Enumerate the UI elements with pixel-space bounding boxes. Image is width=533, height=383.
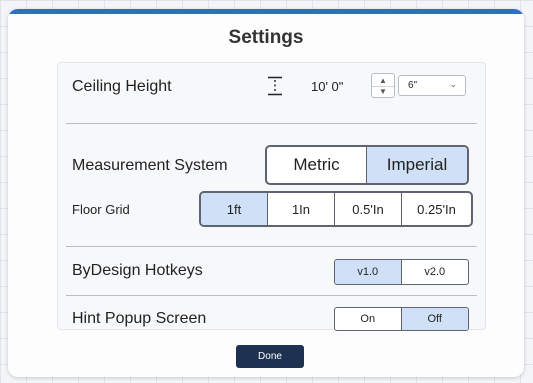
ceiling-height-label: Ceiling Height <box>72 78 172 95</box>
height-step-select[interactable]: 6" ⌄ <box>398 75 466 96</box>
measurement-option-imperial[interactable]: Imperial <box>367 147 467 183</box>
settings-dialog: Settings Ceiling Height 10' 0" ▲ ▼ 6" ⌄ … <box>8 9 524 377</box>
hint-popup-option-on[interactable]: On <box>335 308 402 330</box>
settings-panel: Ceiling Height 10' 0" ▲ ▼ 6" ⌄ Measureme… <box>57 62 486 331</box>
hotkeys-option-v1[interactable]: v1.0 <box>335 260 402 284</box>
ceiling-height-value: 10' 0" <box>311 79 344 94</box>
divider <box>66 295 477 296</box>
height-icon <box>268 76 282 96</box>
hint-popup-option-off[interactable]: Off <box>401 308 468 330</box>
height-step-value: 6" <box>408 80 418 91</box>
floor-grid-option-half-in[interactable]: 0.5'In <box>335 193 402 225</box>
dialog-title: Settings <box>228 27 304 48</box>
hint-popup-toggle: On Off <box>334 307 469 331</box>
chevron-down-icon: ⌄ <box>449 79 457 89</box>
chevron-up-icon: ▲ <box>379 75 387 85</box>
hotkeys-option-v2[interactable]: v2.0 <box>402 260 469 284</box>
floor-grid-label: Floor Grid <box>72 202 130 217</box>
floor-grid-option-1ft[interactable]: 1ft <box>201 193 268 225</box>
divider <box>66 123 477 124</box>
measurement-system-label: Measurement System <box>72 157 228 174</box>
measurement-system-toggle: Metric Imperial <box>265 145 469 185</box>
done-button[interactable]: Done <box>236 345 304 368</box>
floor-grid-toggle: 1ft 1In 0.5'In 0.25'In <box>199 191 473 227</box>
divider <box>66 246 477 247</box>
chevron-down-icon: ▼ <box>379 86 387 96</box>
hint-popup-label: Hint Popup Screen <box>72 310 207 327</box>
stepper-down-button[interactable]: ▼ <box>372 85 394 97</box>
measurement-option-metric[interactable]: Metric <box>267 147 367 183</box>
floor-grid-option-1in[interactable]: 1In <box>268 193 335 225</box>
hotkeys-toggle: v1.0 v2.0 <box>334 259 469 285</box>
hotkeys-label: ByDesign Hotkeys <box>72 262 203 279</box>
dialog-top-bar <box>8 9 524 14</box>
ceiling-height-stepper[interactable]: ▲ ▼ <box>371 73 395 98</box>
floor-grid-option-quarter-in[interactable]: 0.25'In <box>402 193 471 225</box>
